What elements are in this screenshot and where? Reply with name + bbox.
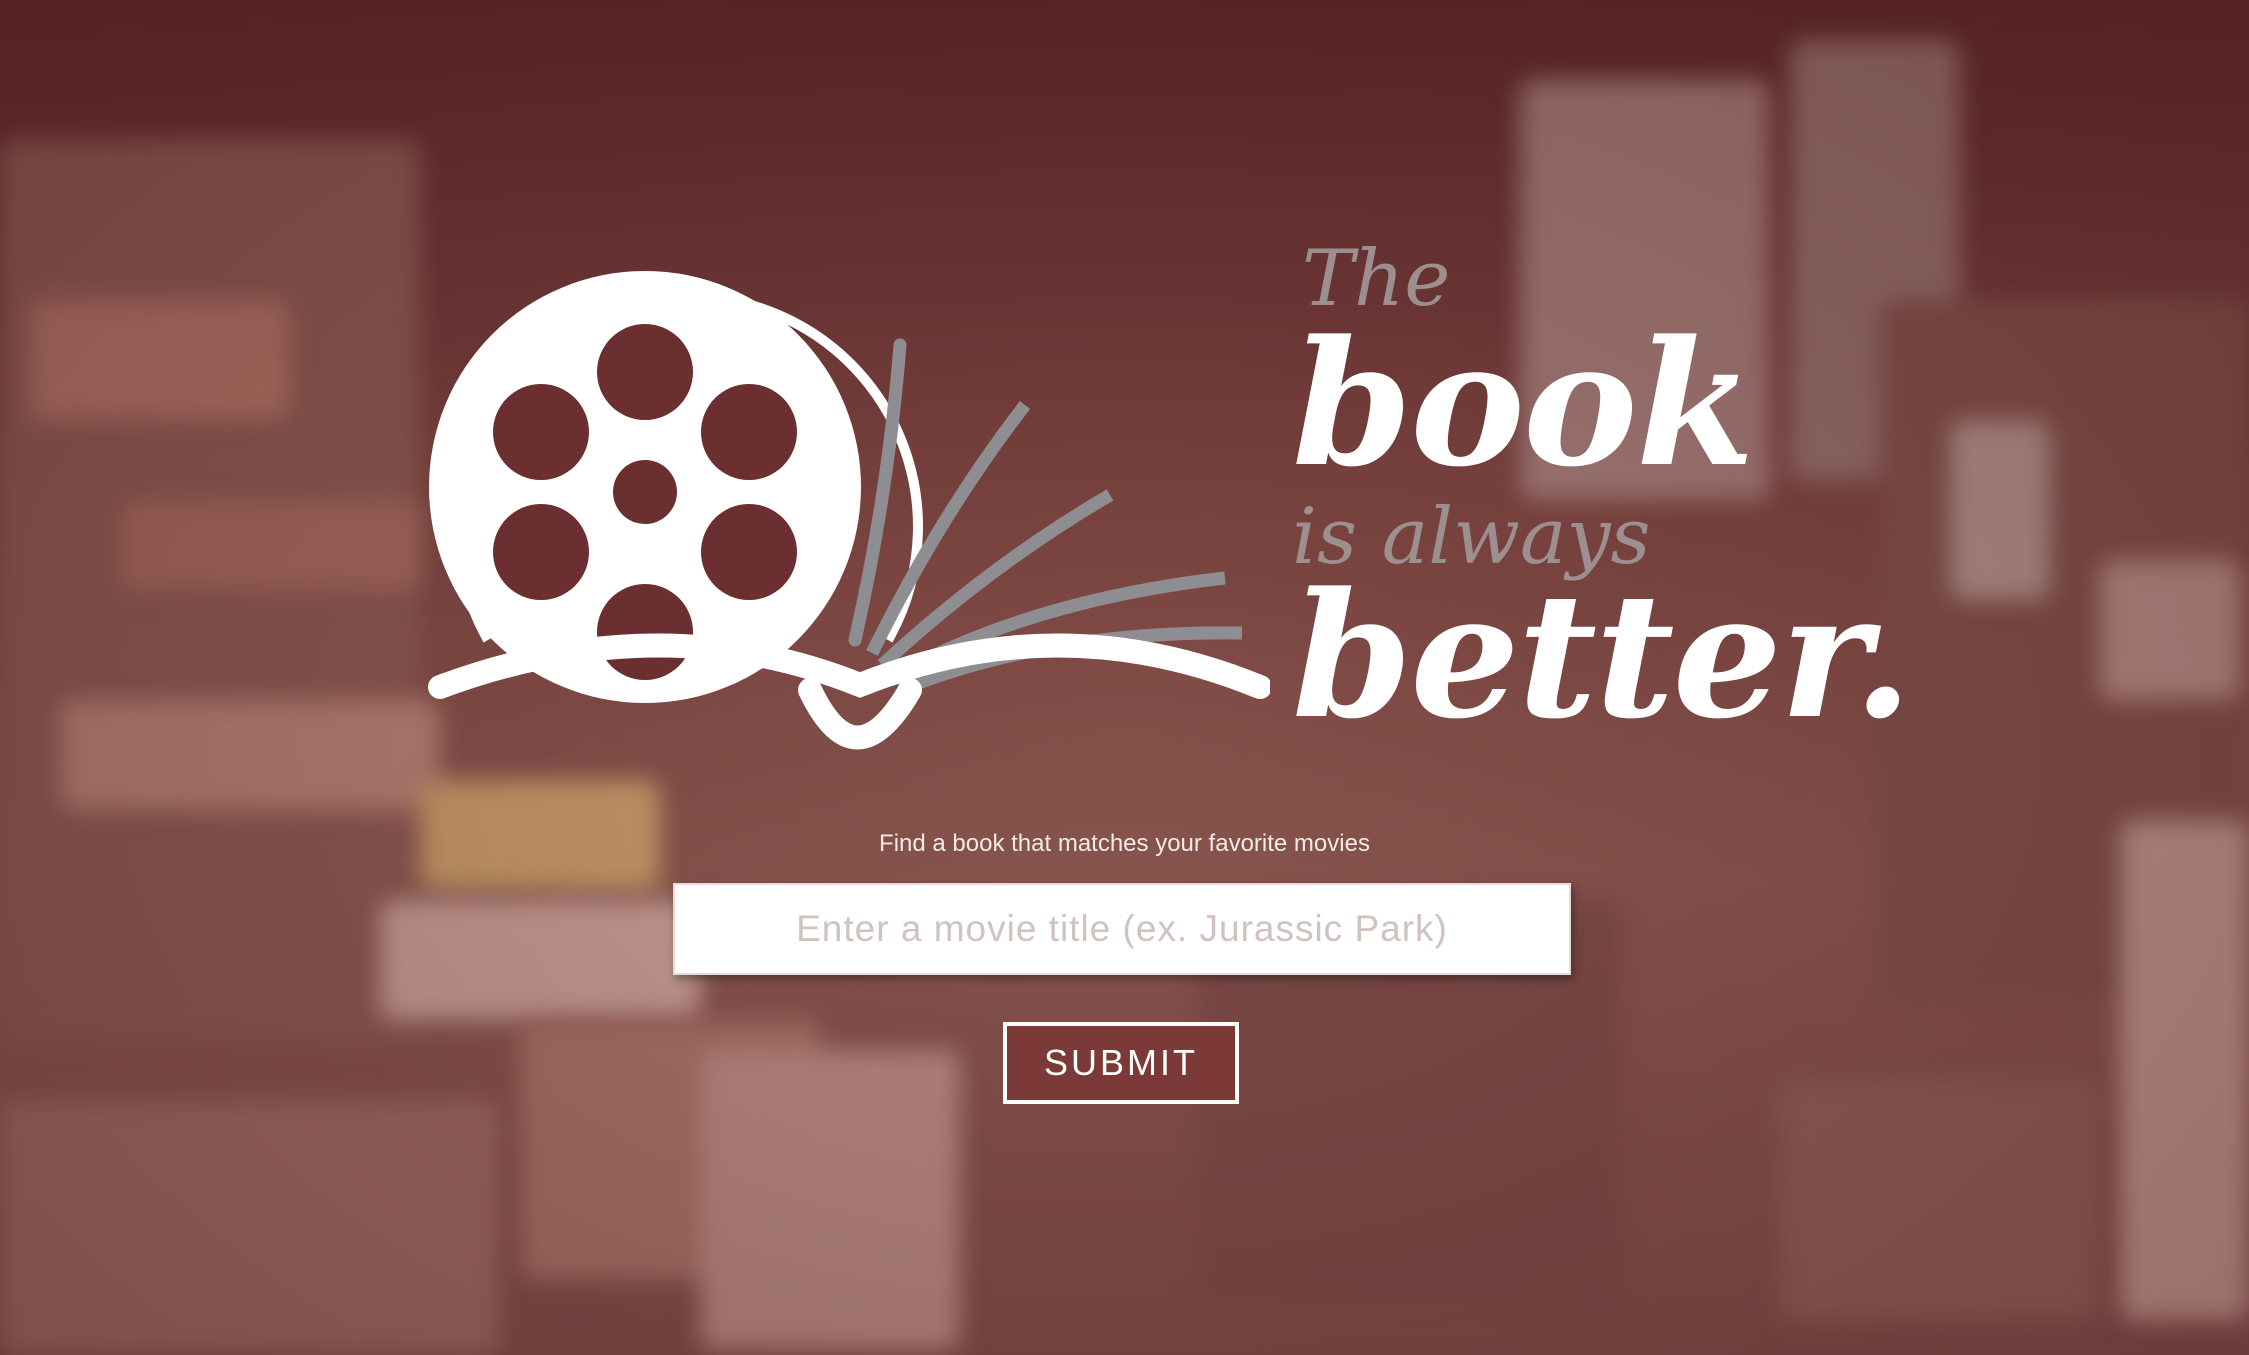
tagline: The book is always better. [1292, 240, 1913, 757]
search-subtitle: Find a book that matches your favorite m… [879, 830, 1370, 857]
submit-button[interactable]: SUBMIT [1003, 1022, 1239, 1104]
tagline-book: book [1292, 302, 1755, 505]
film-reel-book-icon [428, 271, 1270, 750]
movie-title-input[interactable] [673, 883, 1571, 975]
tagline-better: better. [1292, 554, 1913, 757]
